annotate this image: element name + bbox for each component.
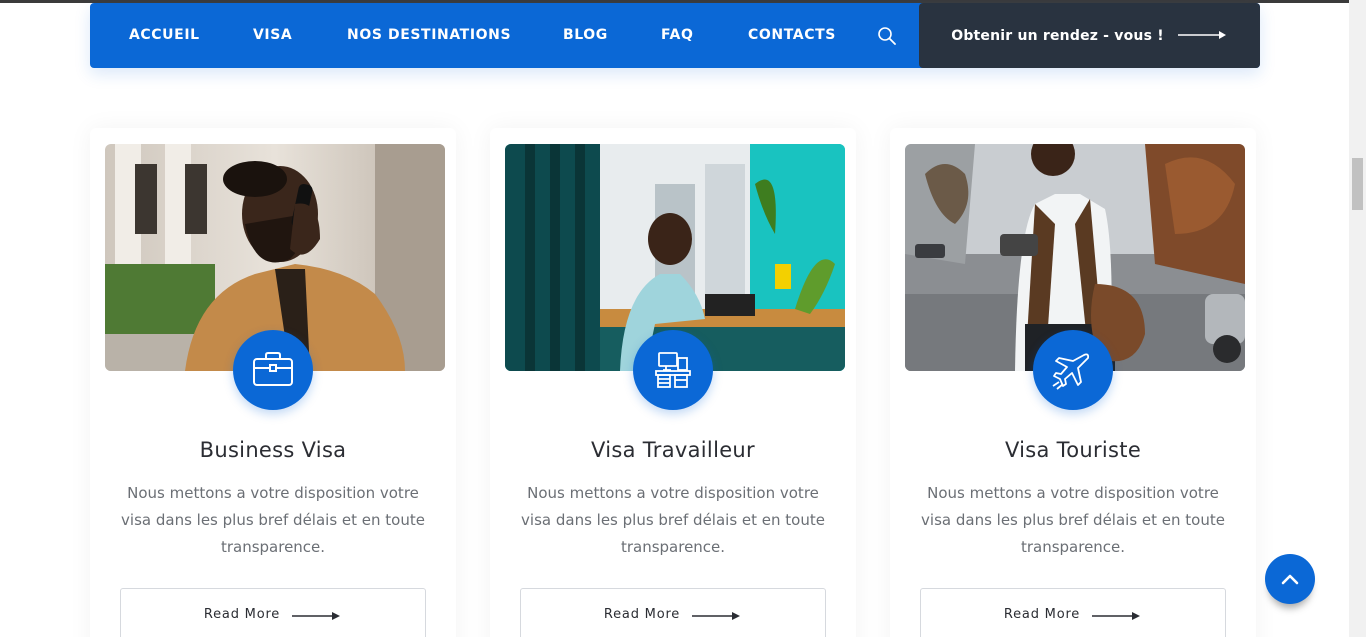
- nav-link-destinations[interactable]: NOS DESTINATIONS: [347, 27, 511, 43]
- service-card-worker: Visa Travailleur Nous mettons a votre di…: [490, 128, 856, 637]
- arrow-right-icon: [1177, 28, 1228, 44]
- read-more-label: Read More: [603, 607, 681, 622]
- nav-link-faq[interactable]: FAQ: [661, 27, 694, 43]
- read-more-label: Read More: [1003, 607, 1081, 622]
- nav-link-contacts[interactable]: CONTACTS: [748, 27, 836, 43]
- briefcase-icon: [233, 330, 313, 410]
- arrow-right-icon: [1092, 607, 1142, 626]
- card-title: Visa Travailleur: [591, 438, 755, 462]
- nav-link-visa[interactable]: VISA: [253, 27, 292, 43]
- card-title: Business Visa: [199, 438, 347, 462]
- service-card-tourist: Visa Touriste Nous mettons a votre dispo…: [890, 128, 1256, 637]
- appointment-button[interactable]: Obtenir un rendez - vous !: [919, 3, 1260, 68]
- main-navbar: ACCUEIL VISA NOS DESTINATIONS BLOG FAQ C…: [90, 3, 1260, 68]
- arrow-right-icon: [692, 607, 742, 626]
- read-more-button[interactable]: Read More: [520, 588, 826, 637]
- chevron-up-icon: [1281, 570, 1299, 589]
- read-more-button[interactable]: Read More: [920, 588, 1226, 637]
- card-description: Nous mettons a votre disposition votre v…: [521, 484, 825, 556]
- workdesk-icon: [633, 330, 713, 410]
- scrollbar-thumb[interactable]: [1352, 158, 1363, 210]
- nav-link-blog[interactable]: BLOG: [563, 27, 608, 43]
- search-icon[interactable]: [877, 26, 897, 46]
- service-card-business: Business Visa Nous mettons a votre dispo…: [90, 128, 456, 637]
- card-title: Visa Touriste: [1004, 438, 1142, 462]
- arrow-right-icon: [292, 607, 342, 626]
- airplane-icon: [1033, 330, 1113, 410]
- nav-link-accueil[interactable]: ACCUEIL: [129, 27, 200, 43]
- appointment-button-label: Obtenir un rendez - vous !: [951, 27, 1164, 44]
- back-to-top-button[interactable]: [1265, 554, 1315, 604]
- read-more-label: Read More: [203, 607, 281, 622]
- card-description: Nous mettons a votre disposition votre v…: [921, 484, 1225, 556]
- read-more-button[interactable]: Read More: [120, 588, 426, 637]
- scrollbar-track[interactable]: [1349, 0, 1366, 637]
- card-description: Nous mettons a votre disposition votre v…: [121, 484, 425, 556]
